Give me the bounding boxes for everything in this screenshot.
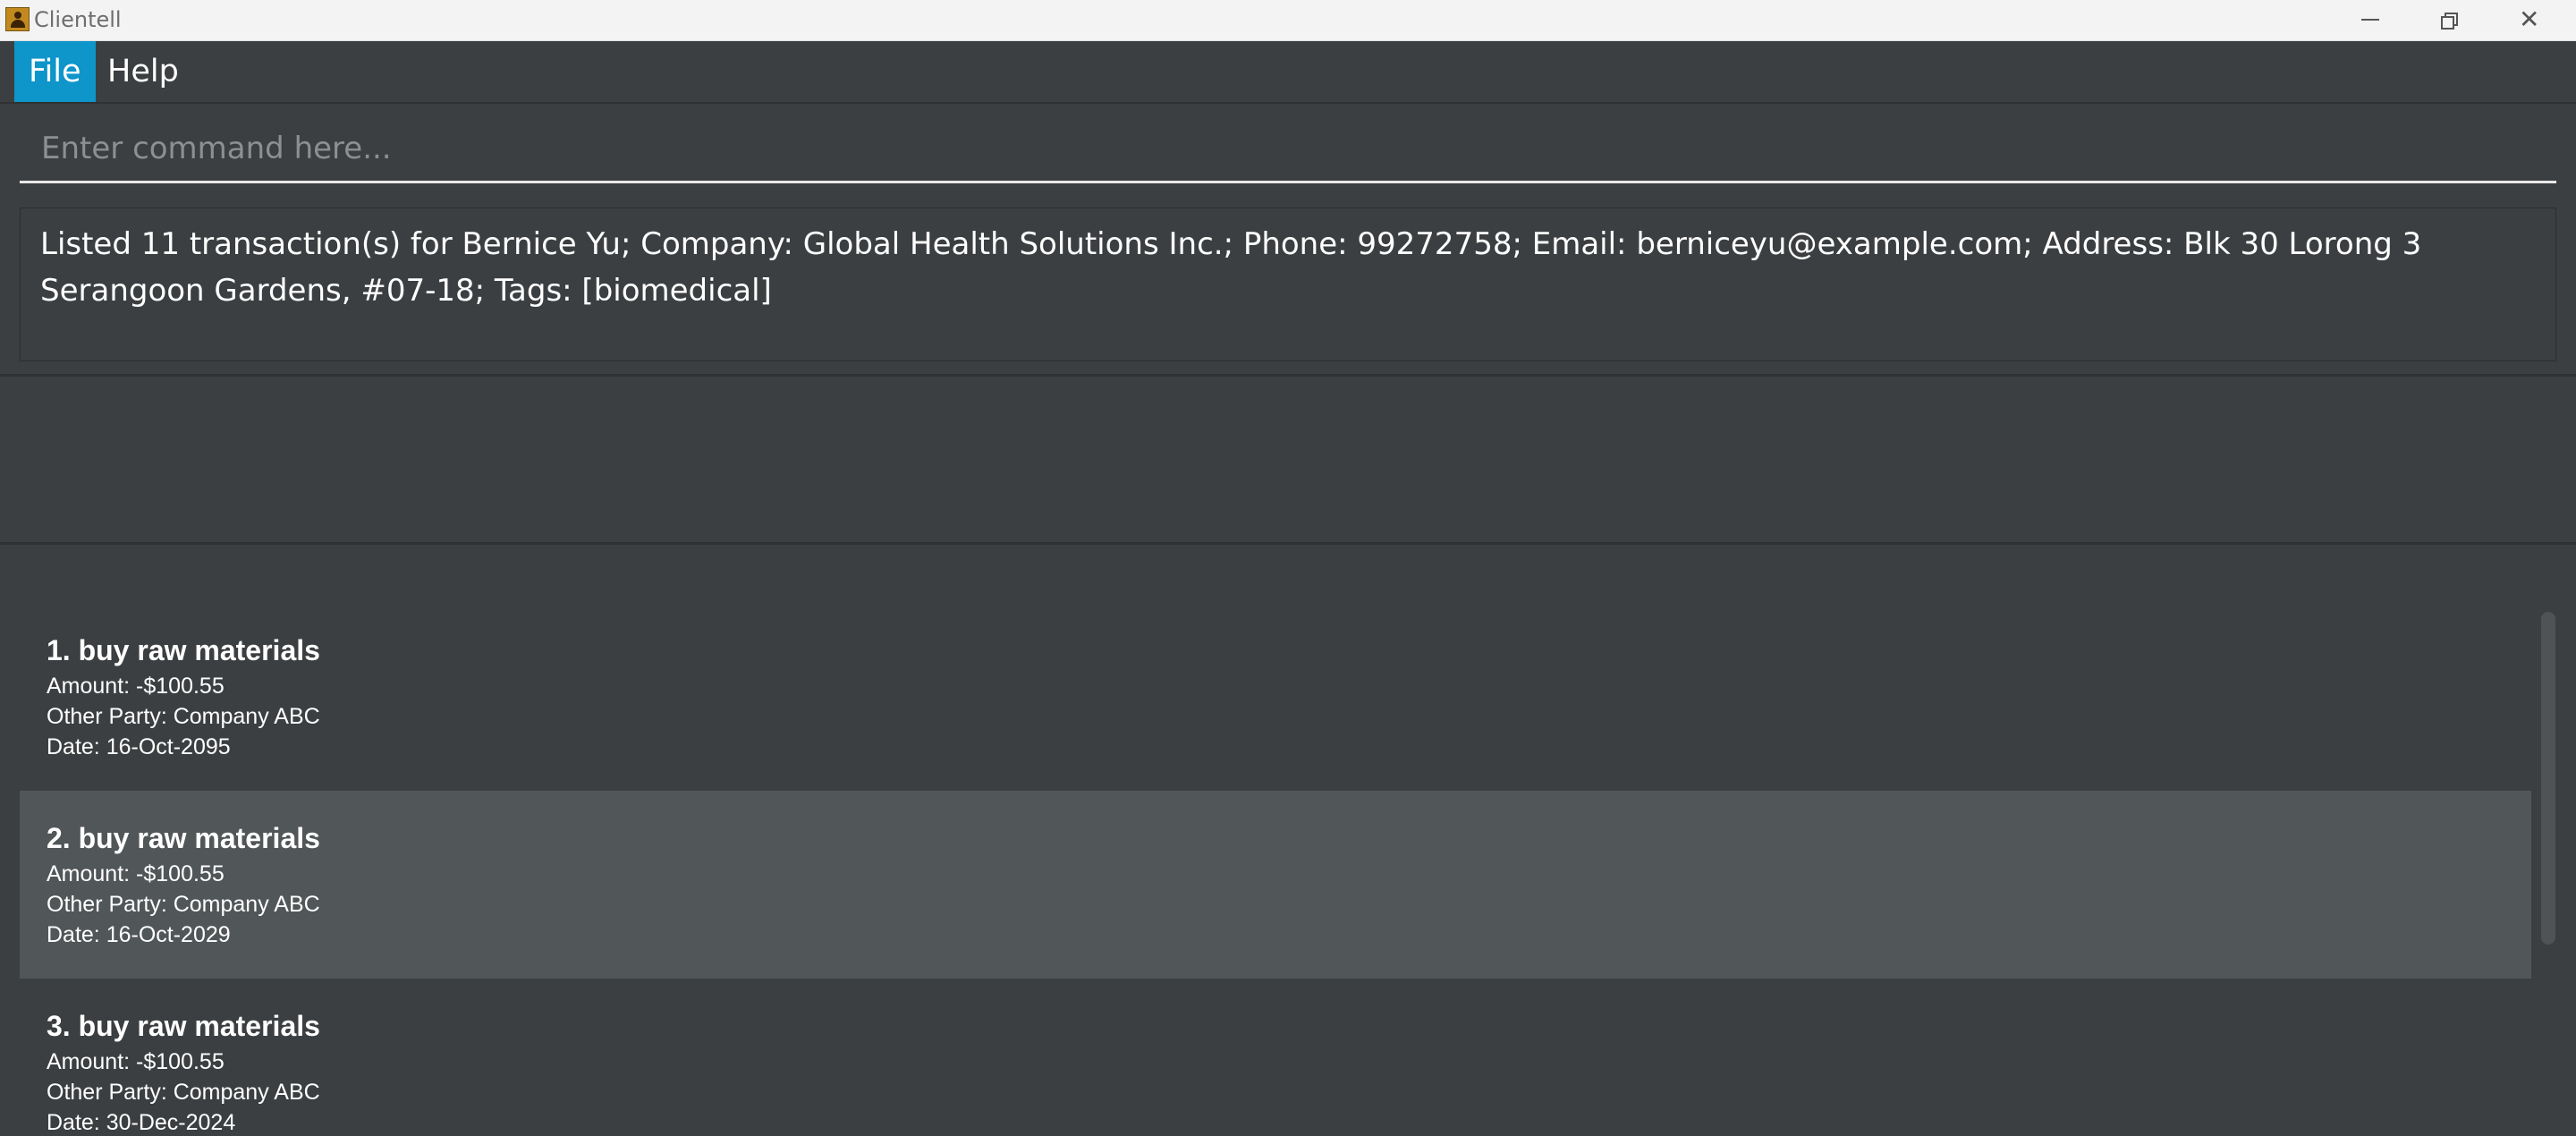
transaction-card[interactable]: 3. buy raw materials Amount: -$100.55 Ot… (20, 979, 2531, 1136)
transaction-title: 2. buy raw materials (47, 822, 320, 854)
result-display: Listed 11 transaction(s) for Bernice Yu;… (20, 208, 2556, 361)
transaction-title: 3. buy raw materials (47, 1010, 320, 1042)
transaction-date: Date: 30-Dec-2024 (47, 1110, 236, 1135)
transaction-other-party: Other Party: Company ABC (47, 892, 320, 917)
transaction-date: Date: 16-Oct-2029 (47, 922, 231, 947)
app-icon (5, 7, 30, 31)
transaction-card[interactable]: 2. buy raw materials Amount: -$100.55 Ot… (20, 791, 2531, 979)
minimize-button[interactable] (2329, 0, 2410, 40)
window-title: Clientell (34, 7, 122, 32)
menu-help[interactable]: Help (93, 41, 193, 102)
transaction-amount: Amount: -$100.55 (47, 861, 225, 886)
transaction-other-party: Other Party: Company ABC (47, 704, 320, 729)
menu-bar: File Help (0, 41, 2576, 104)
transaction-title: 1. buy raw materials (47, 634, 320, 666)
command-box (20, 116, 2556, 183)
transaction-amount: Amount: -$100.55 (47, 1049, 225, 1074)
transaction-other-party: Other Party: Company ABC (47, 1080, 320, 1105)
close-icon: ✕ (2519, 4, 2540, 34)
divider (0, 374, 2576, 377)
command-input[interactable] (20, 116, 2556, 181)
transaction-list[interactable]: 1. buy raw materials Amount: -$100.55 Ot… (20, 603, 2531, 1136)
restore-button[interactable] (2410, 0, 2490, 40)
app-window: Clientell ✕ File Help Listed 11 transact… (0, 0, 2576, 1136)
list-scrollbar[interactable] (2537, 603, 2558, 1136)
transaction-card[interactable]: 1. buy raw materials Amount: -$100.55 Ot… (20, 603, 2531, 791)
divider (0, 542, 2576, 545)
menu-file[interactable]: File (14, 41, 96, 102)
minimize-icon (2361, 19, 2379, 21)
transaction-date: Date: 16-Oct-2095 (47, 734, 231, 759)
title-bar: Clientell ✕ (0, 0, 2576, 41)
transaction-amount: Amount: -$100.55 (47, 674, 225, 699)
close-button[interactable]: ✕ (2490, 0, 2571, 40)
scrollbar-thumb[interactable] (2541, 612, 2555, 945)
